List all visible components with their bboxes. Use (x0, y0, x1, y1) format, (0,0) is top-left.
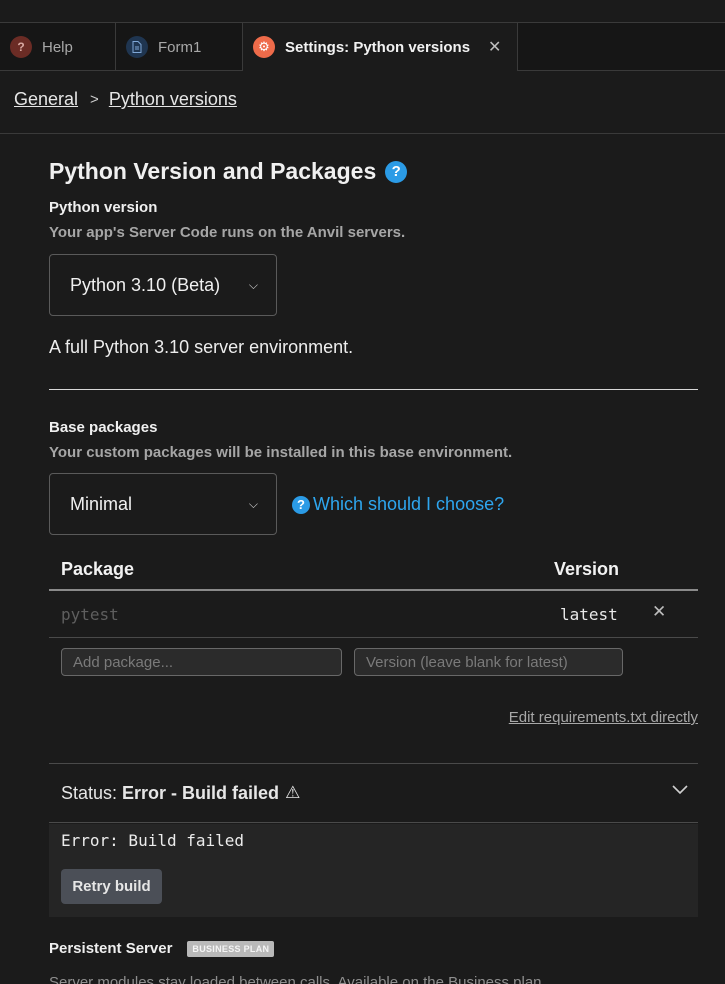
package-version-input[interactable] (354, 648, 623, 676)
python-version-label: Python version (49, 199, 158, 216)
base-packages-select[interactable]: Minimal ⌵ (49, 473, 277, 535)
breadcrumb-general-link[interactable]: General (14, 89, 78, 110)
python-version-value: Python 3.10 (Beta) (70, 274, 221, 295)
persistent-server-title: Persistent Server (49, 940, 173, 957)
close-icon[interactable]: ✕ (488, 37, 501, 57)
tab-label: Help (42, 38, 73, 56)
business-plan-badge: BUSINESS PLAN (187, 940, 275, 957)
breadcrumb-python-versions-link[interactable]: Python versions (109, 89, 237, 110)
persistent-server-heading: Persistent Server BUSINESS PLAN (49, 940, 275, 957)
persistent-server-description: Server modules stay loaded between calls… (49, 974, 546, 984)
page-title-text: Python Version and Packages (49, 158, 377, 184)
tab-help[interactable]: ? Help (0, 23, 116, 71)
build-status-bar[interactable]: Status: Error - Build failed ⚠ (49, 763, 698, 823)
chevron-down-icon (672, 782, 688, 800)
tab-form1[interactable]: Form1 (116, 23, 243, 71)
warning-icon: ⚠ (285, 783, 301, 802)
chevron-down-icon: ⌵ (248, 277, 258, 292)
document-icon (126, 36, 148, 58)
package-name: pytest (61, 605, 119, 624)
chevron-down-icon: ⌵ (248, 496, 258, 511)
remove-package-icon[interactable]: ✕ (652, 602, 666, 622)
add-package-input[interactable] (61, 648, 342, 676)
status-label: Status: (61, 782, 118, 803)
chevron-right-icon: > (90, 91, 99, 108)
package-column-header: Package (61, 559, 135, 579)
page-title: Python Version and Packages ? (49, 158, 408, 185)
which-link-text: Which should I choose? (313, 494, 505, 514)
python-version-select[interactable]: Python 3.10 (Beta) ⌵ (49, 254, 277, 316)
gear-icon: ⚙ (253, 36, 275, 58)
base-packages-value: Minimal (70, 493, 133, 514)
retry-build-button[interactable]: Retry build (61, 869, 162, 904)
help-icon[interactable]: ? (385, 160, 408, 183)
header-divider (0, 133, 725, 134)
table-row: pytest latest ✕ (49, 592, 698, 638)
error-message: Error: Build failed (61, 831, 245, 850)
tab-label: Settings: Python versions (285, 38, 471, 56)
tab-label: Form1 (158, 38, 202, 56)
packages-table-header: Package Version (49, 550, 698, 591)
build-error-panel: Error: Build failed Retry build (49, 824, 698, 917)
status-value: Error - Build failed (122, 782, 280, 803)
which-should-i-choose-link[interactable]: ? Which should I choose? (292, 494, 504, 515)
section-divider (49, 389, 698, 390)
base-packages-hint: Your custom packages will be installed i… (49, 444, 513, 461)
top-strip (0, 0, 725, 22)
tab-bar: ? Help Form1 ⚙ Settings: Python versions… (0, 22, 725, 71)
python-version-description: A full Python 3.10 server environment. (49, 337, 354, 357)
python-version-hint: Your app's Server Code runs on the Anvil… (49, 224, 406, 241)
package-version: latest (560, 605, 618, 624)
version-column-header: Version (554, 559, 620, 579)
breadcrumb: General > Python versions (14, 89, 237, 110)
base-packages-label: Base packages (49, 419, 158, 436)
edit-requirements-link[interactable]: Edit requirements.txt directly (509, 709, 698, 726)
help-icon: ? (292, 495, 310, 514)
question-icon: ? (10, 36, 32, 58)
tab-settings-python-versions[interactable]: ⚙ Settings: Python versions ✕ (243, 23, 518, 71)
